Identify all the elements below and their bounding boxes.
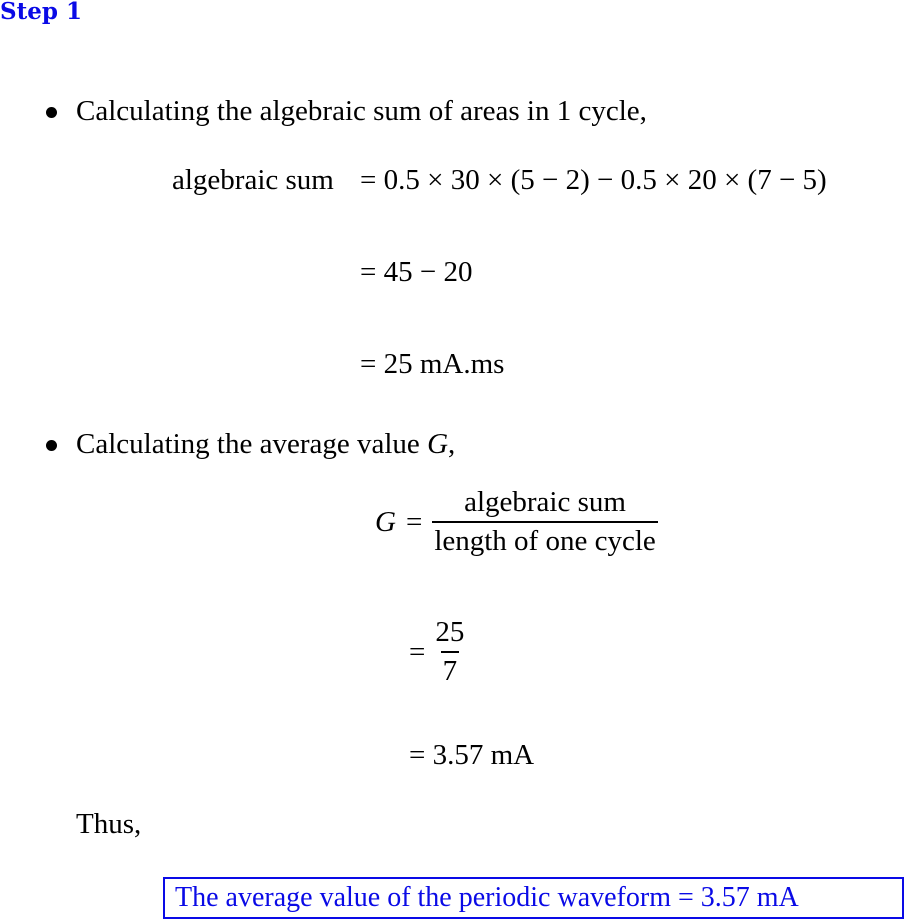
- conclusion-lead: Thus,: [76, 808, 142, 840]
- average-lhs: G: [375, 505, 396, 538]
- final-answer-text: The average value of the periodic wavefo…: [175, 882, 799, 913]
- equals-sign: =: [405, 505, 423, 538]
- fraction-denominator: 7: [440, 651, 460, 686]
- bullet-text-2: Calculating the average value G,: [76, 430, 455, 459]
- sum-line-3: = 25 mA.ms: [360, 348, 505, 380]
- fraction-numerator: algebraic sum: [464, 486, 626, 518]
- bullet-text-1: Calculating the algebraic sum of areas i…: [76, 95, 647, 127]
- bullet-dot-1: [46, 107, 57, 118]
- bullet-text-2-prefix: Calculating the average value: [76, 428, 428, 460]
- fraction-denominator: length of one cycle: [432, 521, 658, 556]
- bullet-dot-2: [46, 440, 57, 451]
- step-title: Step 1: [0, 0, 82, 25]
- bullet-text-2-suffix: ,: [448, 428, 456, 460]
- sum-line-2: = 45 − 20: [360, 256, 473, 288]
- variable-g: G: [427, 428, 449, 460]
- equals-sign: =: [409, 635, 426, 668]
- fraction-25-over-7: 25 7: [433, 618, 466, 686]
- fraction-algebraic-over-length: algebraic sum length of one cycle: [432, 486, 658, 556]
- sum-lhs: algebraic sum: [172, 164, 334, 196]
- final-answer-box: The average value of the periodic wavefo…: [163, 877, 904, 919]
- fraction-numerator: 25: [435, 616, 465, 648]
- average-result: = 3.57 mA: [409, 739, 535, 771]
- sum-line-1: = 0.5 × 30 × (5 − 2) − 0.5 × 20 × (7 − 5…: [360, 164, 827, 196]
- average-equation-2: = 25 7: [409, 618, 466, 686]
- average-equation-1: G = algebraic sum length of one cycle: [375, 488, 658, 556]
